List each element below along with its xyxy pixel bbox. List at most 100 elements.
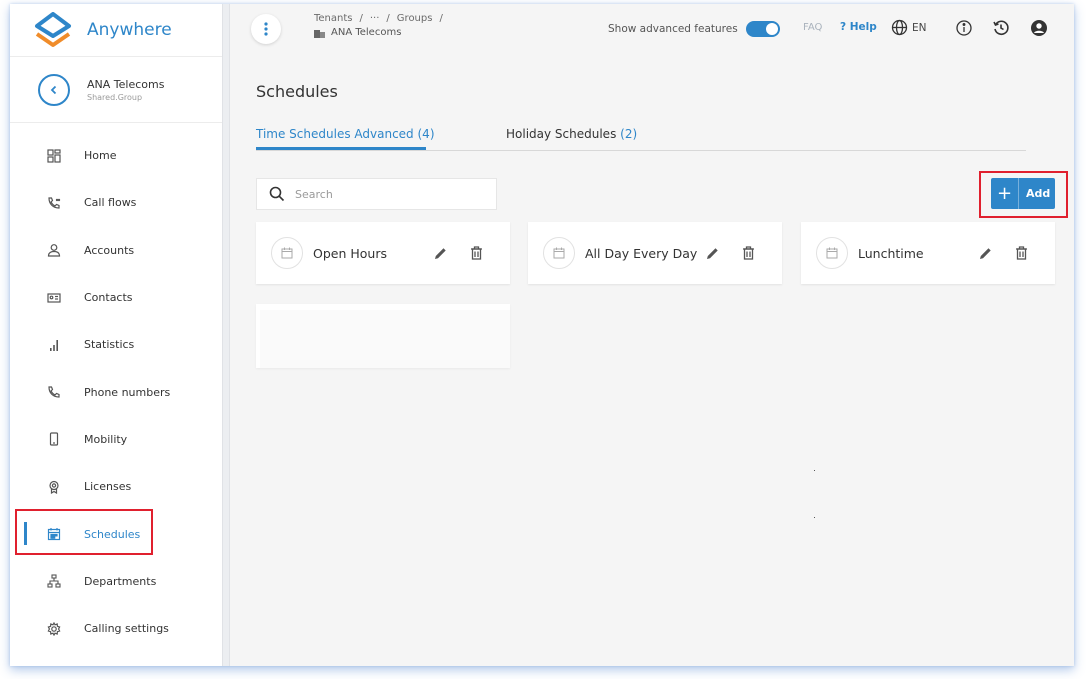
back-button[interactable] — [38, 73, 70, 106]
add-button-label: Add — [1026, 187, 1051, 200]
tab-bar: Time Schedules Advanced (4) Holiday Sche… — [256, 125, 1026, 151]
pencil-icon[interactable] — [704, 245, 720, 261]
pencil-icon[interactable] — [432, 245, 448, 261]
tab-count: (2) — [620, 127, 638, 141]
sidebar-item-label: Call flows — [84, 196, 137, 210]
advanced-features-toggle[interactable] — [745, 21, 780, 37]
tab-time-schedules-advanced[interactable]: Time Schedules Advanced (4) — [256, 127, 435, 141]
language-selector[interactable]: EN — [891, 19, 927, 36]
globe-icon — [891, 19, 908, 36]
chevron-left-icon — [50, 85, 57, 94]
building-icon — [314, 29, 325, 38]
calendar-icon — [816, 237, 848, 269]
loading-card-inner — [260, 310, 510, 368]
schedule-name: All Day Every Day — [585, 245, 698, 261]
trash-icon[interactable] — [740, 245, 756, 261]
plus-icon: + — [991, 178, 1019, 209]
mobile-icon — [46, 431, 62, 447]
loading-card-placeholder — [256, 304, 510, 368]
tab-label: Holiday Schedules — [506, 127, 617, 141]
org-chart-icon — [46, 573, 62, 589]
tab-label: Time Schedules Advanced — [256, 127, 414, 141]
main-content: Tenants / ··· / Groups / ANA Telecoms Sh… — [230, 4, 1074, 666]
trash-icon[interactable] — [468, 245, 484, 261]
history-icon[interactable] — [992, 19, 1010, 37]
sidebar-item-label: Accounts — [84, 243, 135, 257]
more-menu-button[interactable] — [251, 14, 281, 44]
sidebar-item-home[interactable]: Home — [10, 132, 222, 179]
breadcrumb-separator: / — [359, 13, 363, 24]
schedule-name: Lunchtime — [858, 245, 924, 261]
active-tab-indicator — [256, 147, 426, 150]
breadcrumb-separator: / — [439, 13, 443, 24]
trash-icon[interactable] — [1013, 245, 1029, 261]
tab-count: (4) — [417, 127, 435, 141]
sidebar-item-statistics[interactable]: Statistics — [10, 321, 222, 368]
sidebar-item-call-flows[interactable]: Call flows — [10, 179, 222, 226]
logo-row: Anywhere — [10, 4, 222, 57]
search-input[interactable] — [295, 187, 485, 201]
breadcrumb-separator: / — [386, 13, 390, 24]
sidebar-item-calling-settings[interactable]: Calling settings — [10, 605, 222, 652]
dashboard-icon — [46, 148, 62, 164]
sidebar-item-mobility[interactable]: Mobility — [10, 416, 222, 463]
schedule-card[interactable]: Lunchtime — [801, 222, 1055, 284]
calendar-icon — [271, 237, 303, 269]
sidebar-item-label: Statistics — [84, 338, 135, 352]
account-icon[interactable] — [1030, 19, 1048, 37]
sidebar-item-accounts[interactable]: Accounts — [10, 227, 222, 274]
tenant-name: ANA Telecoms — [87, 77, 165, 91]
calendar-icon — [543, 237, 575, 269]
sidebar-item-contacts[interactable]: Contacts — [10, 274, 222, 321]
search-icon — [269, 186, 285, 202]
sidebar-item-phone-numbers[interactable]: Phone numbers — [10, 368, 222, 415]
pencil-icon[interactable] — [977, 245, 993, 261]
help-link[interactable]: ? Help — [840, 21, 877, 33]
user-icon — [46, 242, 62, 258]
schedule-card[interactable]: Open Hours — [256, 222, 510, 284]
app-window: Anywhere ANA Telecoms Shared.Group Home — [10, 4, 1074, 666]
phone-icon — [46, 384, 62, 400]
stray-dot — [814, 470, 815, 471]
search-box — [256, 178, 497, 210]
tenant-header: ANA Telecoms Shared.Group — [10, 57, 222, 123]
sidebar-item-label: Home — [84, 149, 117, 163]
bar-chart-icon — [46, 337, 62, 353]
page-title: Schedules — [256, 82, 338, 101]
breadcrumb-ellipsis[interactable]: ··· — [370, 13, 380, 24]
schedule-name: Open Hours — [313, 245, 387, 261]
stray-dot — [814, 517, 815, 518]
sidebar-item-label: Contacts — [84, 291, 133, 305]
breadcrumb-tenants[interactable]: Tenants — [314, 13, 353, 24]
sidebar-item-label: Phone numbers — [84, 385, 171, 399]
tenant-subtitle: Shared.Group — [87, 92, 143, 102]
anywhere-logo-icon — [35, 12, 71, 47]
language-code: EN — [912, 21, 927, 34]
breadcrumb: Tenants / ··· / Groups / ANA Telecoms — [314, 13, 443, 38]
faq-link[interactable]: FAQ — [803, 22, 822, 33]
sidebar-item-licenses[interactable]: Licenses — [10, 463, 222, 510]
license-icon — [46, 479, 62, 495]
app-name: Anywhere — [87, 20, 172, 40]
sidebar-item-label: Mobility — [84, 432, 128, 446]
sidebar-divider[interactable] — [222, 4, 230, 666]
info-icon[interactable] — [955, 19, 973, 37]
call-flows-icon — [46, 195, 62, 211]
sidebar-item-label: Departments — [84, 574, 157, 588]
breadcrumb-groups[interactable]: Groups — [397, 13, 433, 24]
kebab-icon — [264, 22, 268, 36]
gear-icon — [46, 621, 62, 637]
advanced-features-toggle-row: Show advanced features — [608, 21, 780, 37]
schedule-card[interactable]: All Day Every Day — [528, 222, 782, 284]
breadcrumb-current: ANA Telecoms — [331, 27, 402, 38]
sidebar-item-label: Licenses — [84, 480, 132, 494]
tab-holiday-schedules[interactable]: Holiday Schedules (2) — [506, 127, 637, 141]
sidebar-nav: Home Call flows Accounts Contacts Statis… — [10, 132, 222, 652]
contact-card-icon — [46, 290, 62, 306]
add-button[interactable]: + Add — [991, 178, 1055, 209]
sidebar-item-label: Calling settings — [84, 622, 169, 636]
sidebar-item-departments[interactable]: Departments — [10, 558, 222, 605]
advanced-features-label: Show advanced features — [608, 23, 738, 35]
sidebar: Anywhere ANA Telecoms Shared.Group Home — [10, 4, 222, 666]
highlight-box-schedules — [15, 509, 153, 555]
